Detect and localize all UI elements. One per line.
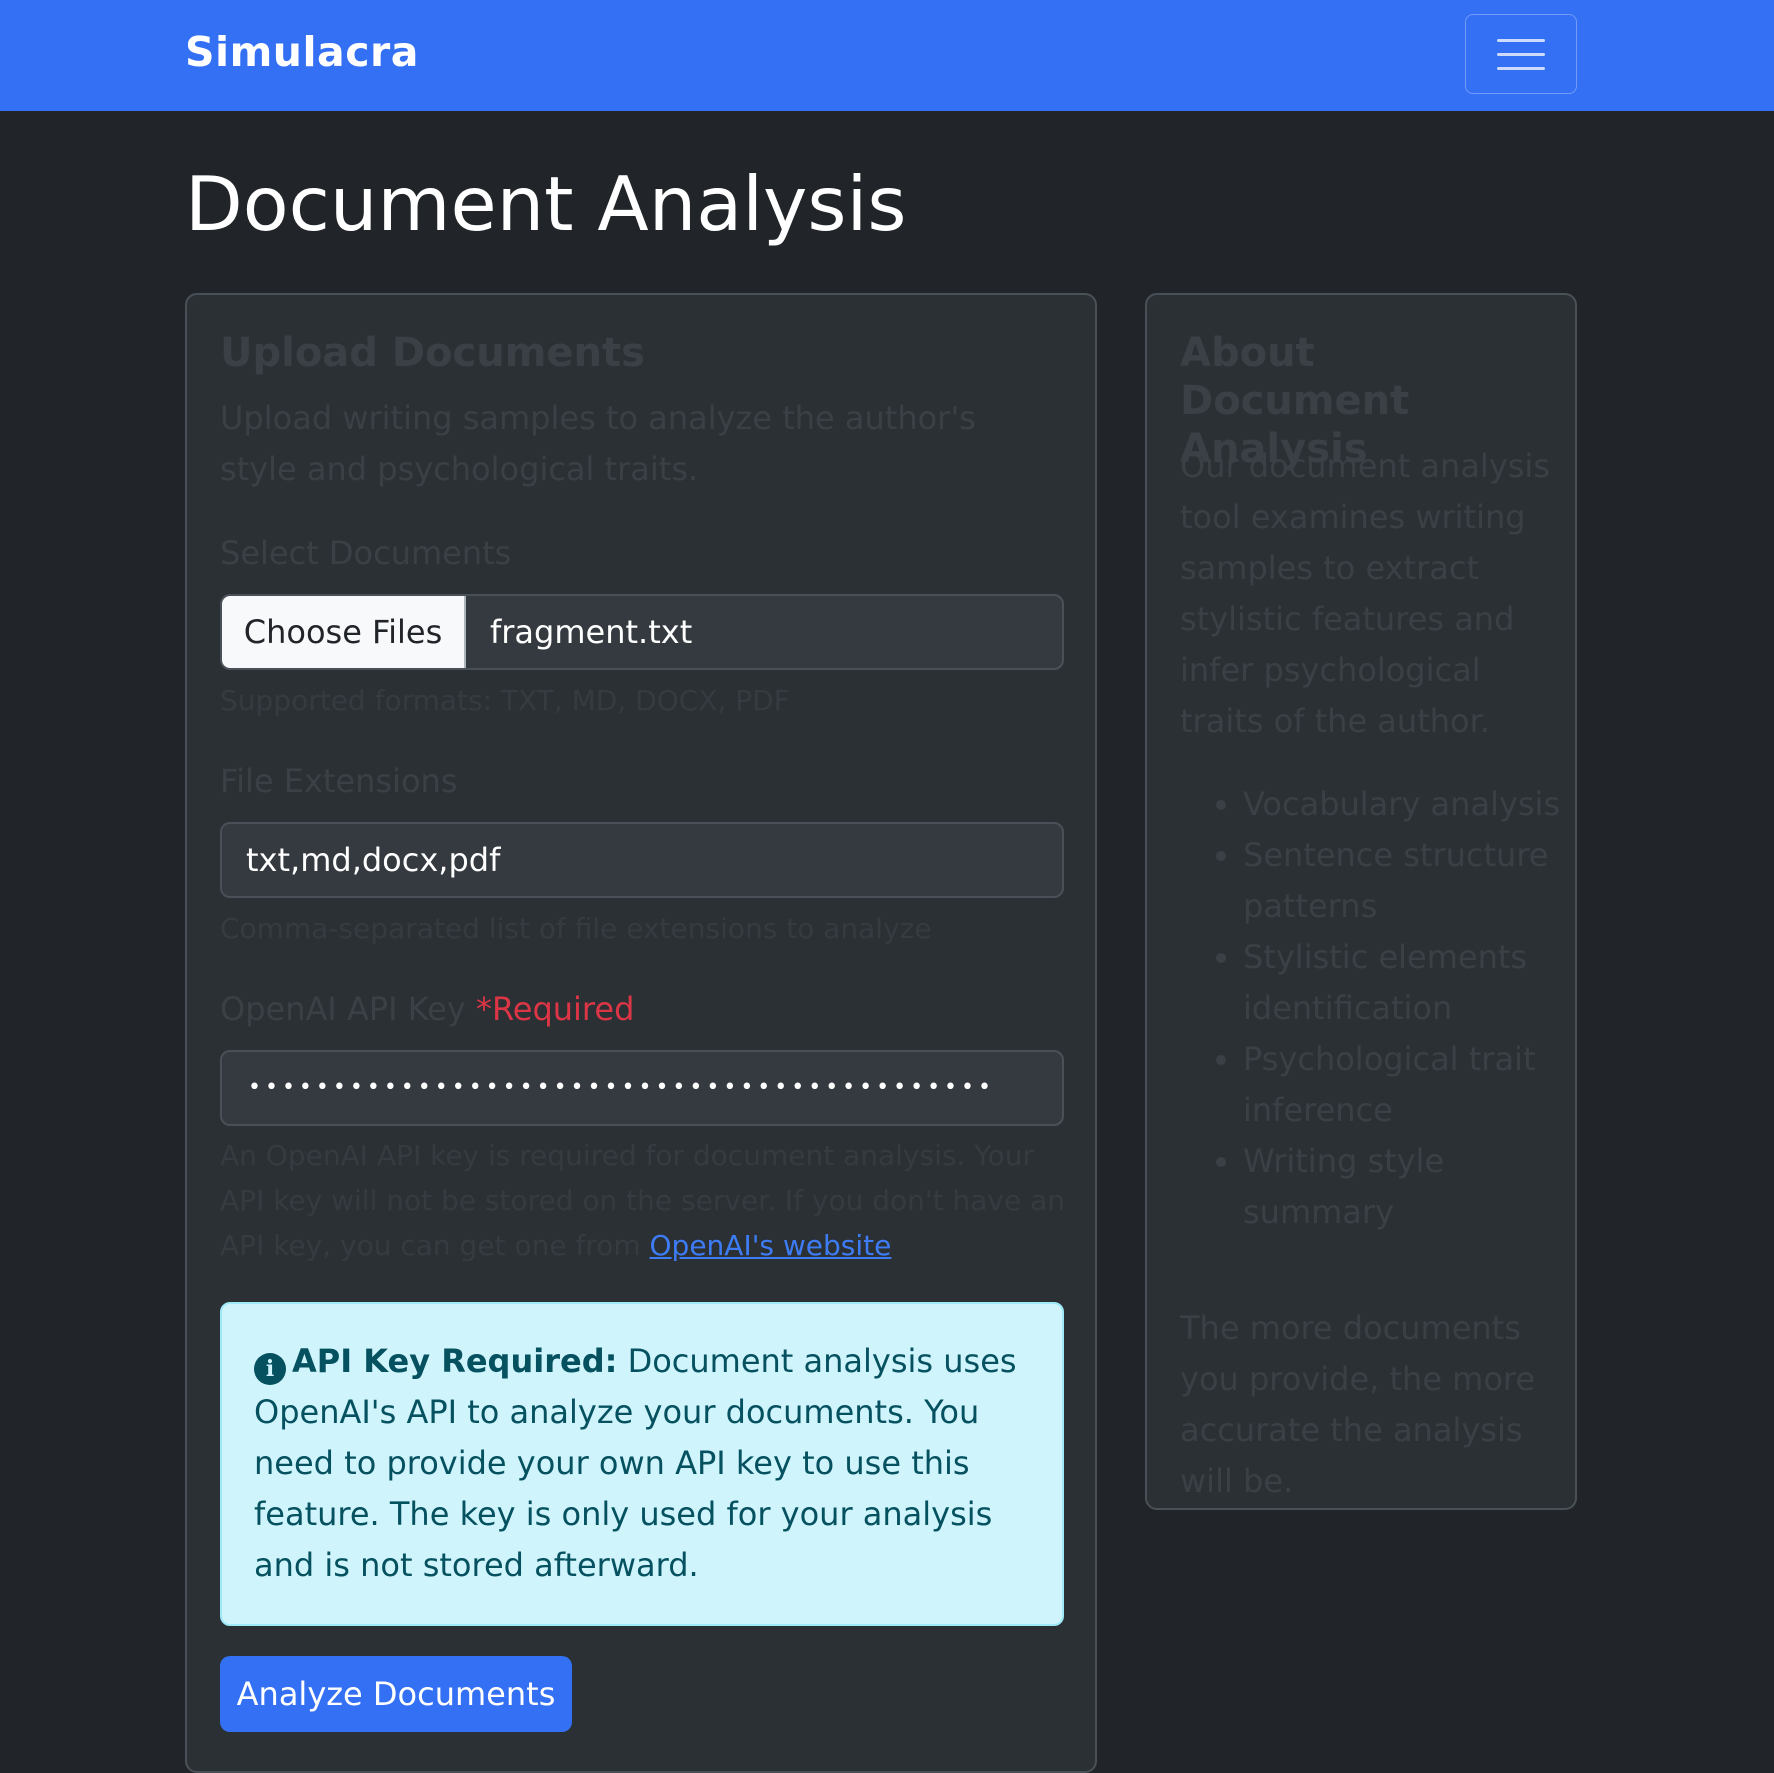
upload-documents-card: Upload Documents Upload writing samples … (185, 293, 1097, 1773)
alert-title: API Key Required: (292, 1342, 618, 1380)
selected-file-name: fragment.txt (490, 613, 693, 651)
feature-list: Vocabulary analysis Sentence structure p… (1215, 779, 1565, 1238)
page-title: Document Analysis (185, 160, 907, 248)
brand-link[interactable]: Simulacra (185, 28, 419, 76)
file-extensions-value: txt,md,docx,pdf (246, 841, 501, 879)
about-card-footer: The more documents you provide, the more… (1180, 1309, 1536, 1500)
api-key-help-body: An OpenAI API key is required for docume… (220, 1139, 1065, 1262)
list-item: Writing style summary (1243, 1136, 1565, 1238)
openai-website-link[interactable]: OpenAI's website (650, 1229, 892, 1262)
api-key-label: OpenAI API Key *Required (220, 984, 634, 1035)
upload-card-title: Upload Documents (220, 330, 645, 376)
file-input[interactable]: Choose Files fragment.txt (220, 594, 1064, 670)
navbar: Simulacra (0, 0, 1774, 111)
hamburger-menu-icon-bar (1497, 53, 1545, 56)
list-item: Psychological trait inference (1243, 1034, 1565, 1136)
select-documents-label: Select Documents (220, 534, 512, 572)
api-key-input[interactable]: ••••••••••••••••••••••••••••••••••••••••… (220, 1050, 1064, 1126)
api-key-info-alert: i API Key Required: Document analysis use… (220, 1302, 1064, 1626)
about-card-description: Our document analysis tool examines writ… (1180, 447, 1550, 740)
list-item: Stylistic elements identification (1243, 932, 1565, 1034)
upload-card-description: Upload writing samples to analyze the au… (220, 399, 976, 488)
required-indicator: *Required (475, 990, 635, 1028)
hamburger-menu-icon-bar (1497, 67, 1545, 70)
analyze-documents-button[interactable]: Analyze Documents (220, 1656, 572, 1732)
list-item: Vocabulary analysis (1243, 779, 1565, 830)
api-key-help-text: An OpenAI API key is required for docume… (220, 1133, 1070, 1268)
list-item: Sentence structure patterns (1243, 830, 1565, 932)
choose-files-button[interactable]: Choose Files (222, 596, 466, 668)
file-extensions-input[interactable]: txt,md,docx,pdf (220, 822, 1064, 898)
api-key-masked-value: ••••••••••••••••••••••••••••••••••••••••… (248, 1075, 995, 1100)
formats-help-text: Supported formats: TXT, MD, DOCX, PDF (220, 684, 790, 717)
about-document-analysis-card: About Document Analysis Our document ana… (1145, 293, 1577, 1510)
extensions-help-text: Comma-separated list of file extensions … (220, 912, 932, 945)
hamburger-menu-icon (1497, 39, 1545, 42)
info-circle-icon: i (254, 1353, 286, 1385)
api-key-label-text: OpenAI API Key (220, 990, 466, 1028)
file-extensions-label: File Extensions (220, 762, 458, 800)
navbar-toggle-button[interactable] (1465, 14, 1577, 94)
